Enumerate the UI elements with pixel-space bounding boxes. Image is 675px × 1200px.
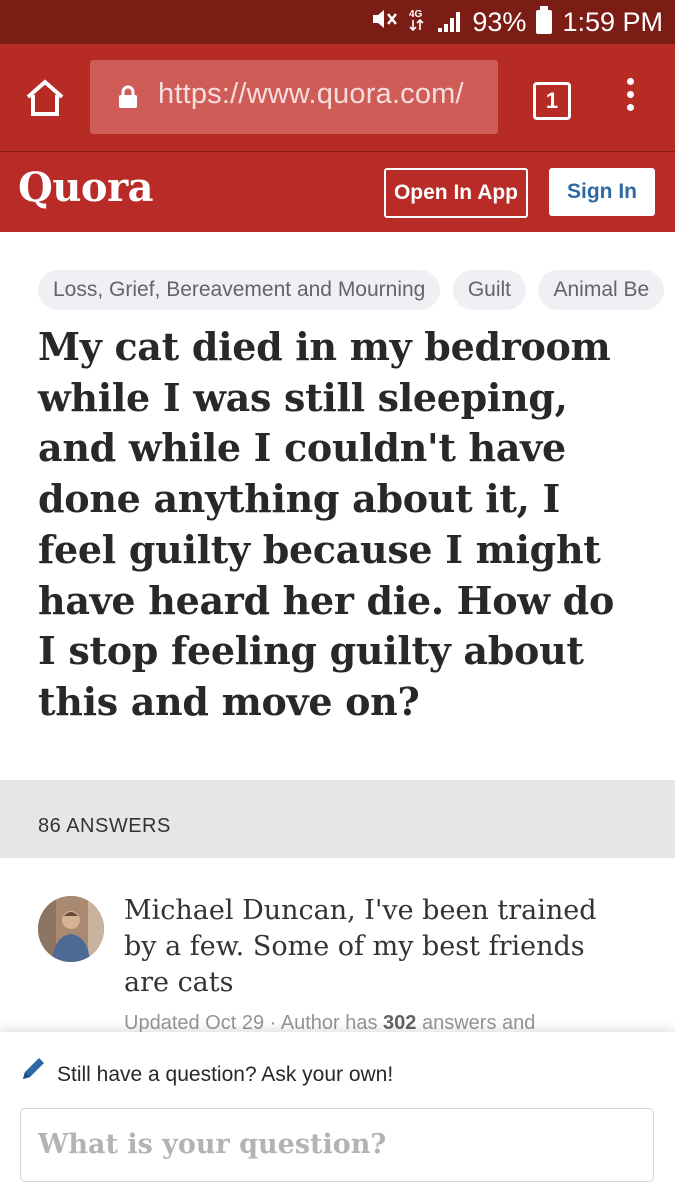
browser-toolbar: https://www.quora.com/ 1 [0,44,675,152]
answers-count-bar: 86 ANSWERS [0,780,675,858]
topic-chip-animal[interactable]: Animal Be [538,270,665,310]
tabs-icon[interactable]: 1 [533,82,571,120]
url-text: https://www.quora.com/ [158,78,464,110]
avatar[interactable] [38,896,104,962]
overflow-menu-icon[interactable] [620,78,640,120]
home-icon[interactable] [22,75,68,121]
author-answer-count: 302 [383,1012,417,1034]
status-bar: 4G 93% 1:59 PM [0,0,675,44]
open-in-app-button[interactable]: Open In App [384,168,528,218]
sign-in-button[interactable]: Sign In [549,168,655,216]
pencil-icon [20,1056,46,1082]
battery-percent: 93% [472,6,527,37]
topic-list: Loss, Grief, Bereavement and Mourning Gu… [38,270,675,312]
status-bar-right: 4G 93% 1:59 PM [370,0,663,44]
url-bar[interactable]: https://www.quora.com/ [90,60,498,134]
question-input[interactable]: What is your question? [20,1108,654,1182]
ask-question-panel: Still have a question? Ask your own! Wha… [0,1032,675,1200]
network-4g-icon: 4G [408,6,426,39]
answer-author-credential[interactable]: Michael Duncan, I've been trained by a f… [124,893,634,1001]
lock-icon [117,85,139,108]
svg-text:4G: 4G [409,9,423,20]
quora-header: Quora Open In App Sign In [0,152,675,232]
clock: 1:59 PM [562,6,663,37]
mute-icon [370,7,398,38]
question-title: My cat died in my bedroom while I was st… [38,324,614,724]
question-input-placeholder: What is your question? [38,1129,387,1160]
topic-chip-guilt[interactable]: Guilt [452,270,527,310]
signal-icon [436,10,462,34]
battery-icon [536,6,553,34]
answers-count: 86 ANSWERS [38,815,171,837]
topic-chip-loss-grief[interactable]: Loss, Grief, Bereavement and Mourning [38,270,441,310]
ask-prompt: Still have a question? Ask your own! [57,1063,394,1086]
answer-meta-suffix: answers and [416,1012,536,1034]
answer-updated-text: Updated Oct 29 · Author has [124,1012,384,1034]
quora-logo[interactable]: Quora [18,164,154,211]
